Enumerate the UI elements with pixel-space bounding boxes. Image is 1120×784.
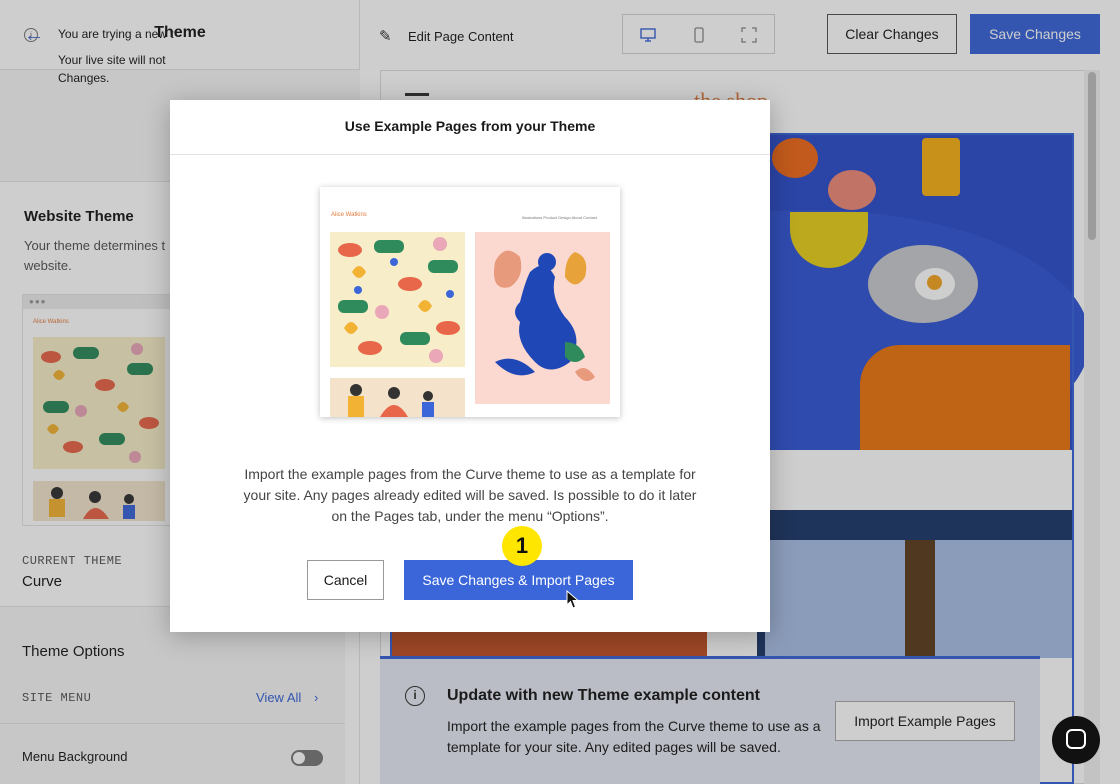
dialog-body-text: on the Pages tab, under the menu “Option…	[331, 508, 609, 524]
cancel-button[interactable]: Cancel	[307, 560, 384, 600]
preview-pattern-image	[330, 232, 465, 367]
chat-launcher-button[interactable]	[1052, 716, 1100, 764]
preview-illustration-image	[330, 378, 465, 417]
dialog-title: Use Example Pages from your Theme	[344, 118, 596, 134]
mouse-cursor-icon	[566, 589, 580, 610]
dialog-body-text: Import the example pages from the Curve …	[244, 466, 696, 482]
preview-figure-image	[475, 232, 610, 404]
chat-icon	[1066, 729, 1086, 749]
import-pages-dialog: Use Example Pages from your Theme Alice …	[170, 100, 770, 632]
dialog-body-text: your site. Any pages already edited will…	[243, 487, 697, 503]
theme-preview-image: Alice Watkins Illustrations Product Desi…	[320, 187, 620, 417]
preview-nav: Illustrations Product Design About Conta…	[522, 215, 597, 220]
divider	[170, 154, 770, 155]
preview-site-name: Alice Watkins	[331, 212, 367, 218]
step-marker: 1	[502, 526, 542, 566]
save-and-import-button[interactable]: Save Changes & Import Pages	[404, 560, 633, 600]
